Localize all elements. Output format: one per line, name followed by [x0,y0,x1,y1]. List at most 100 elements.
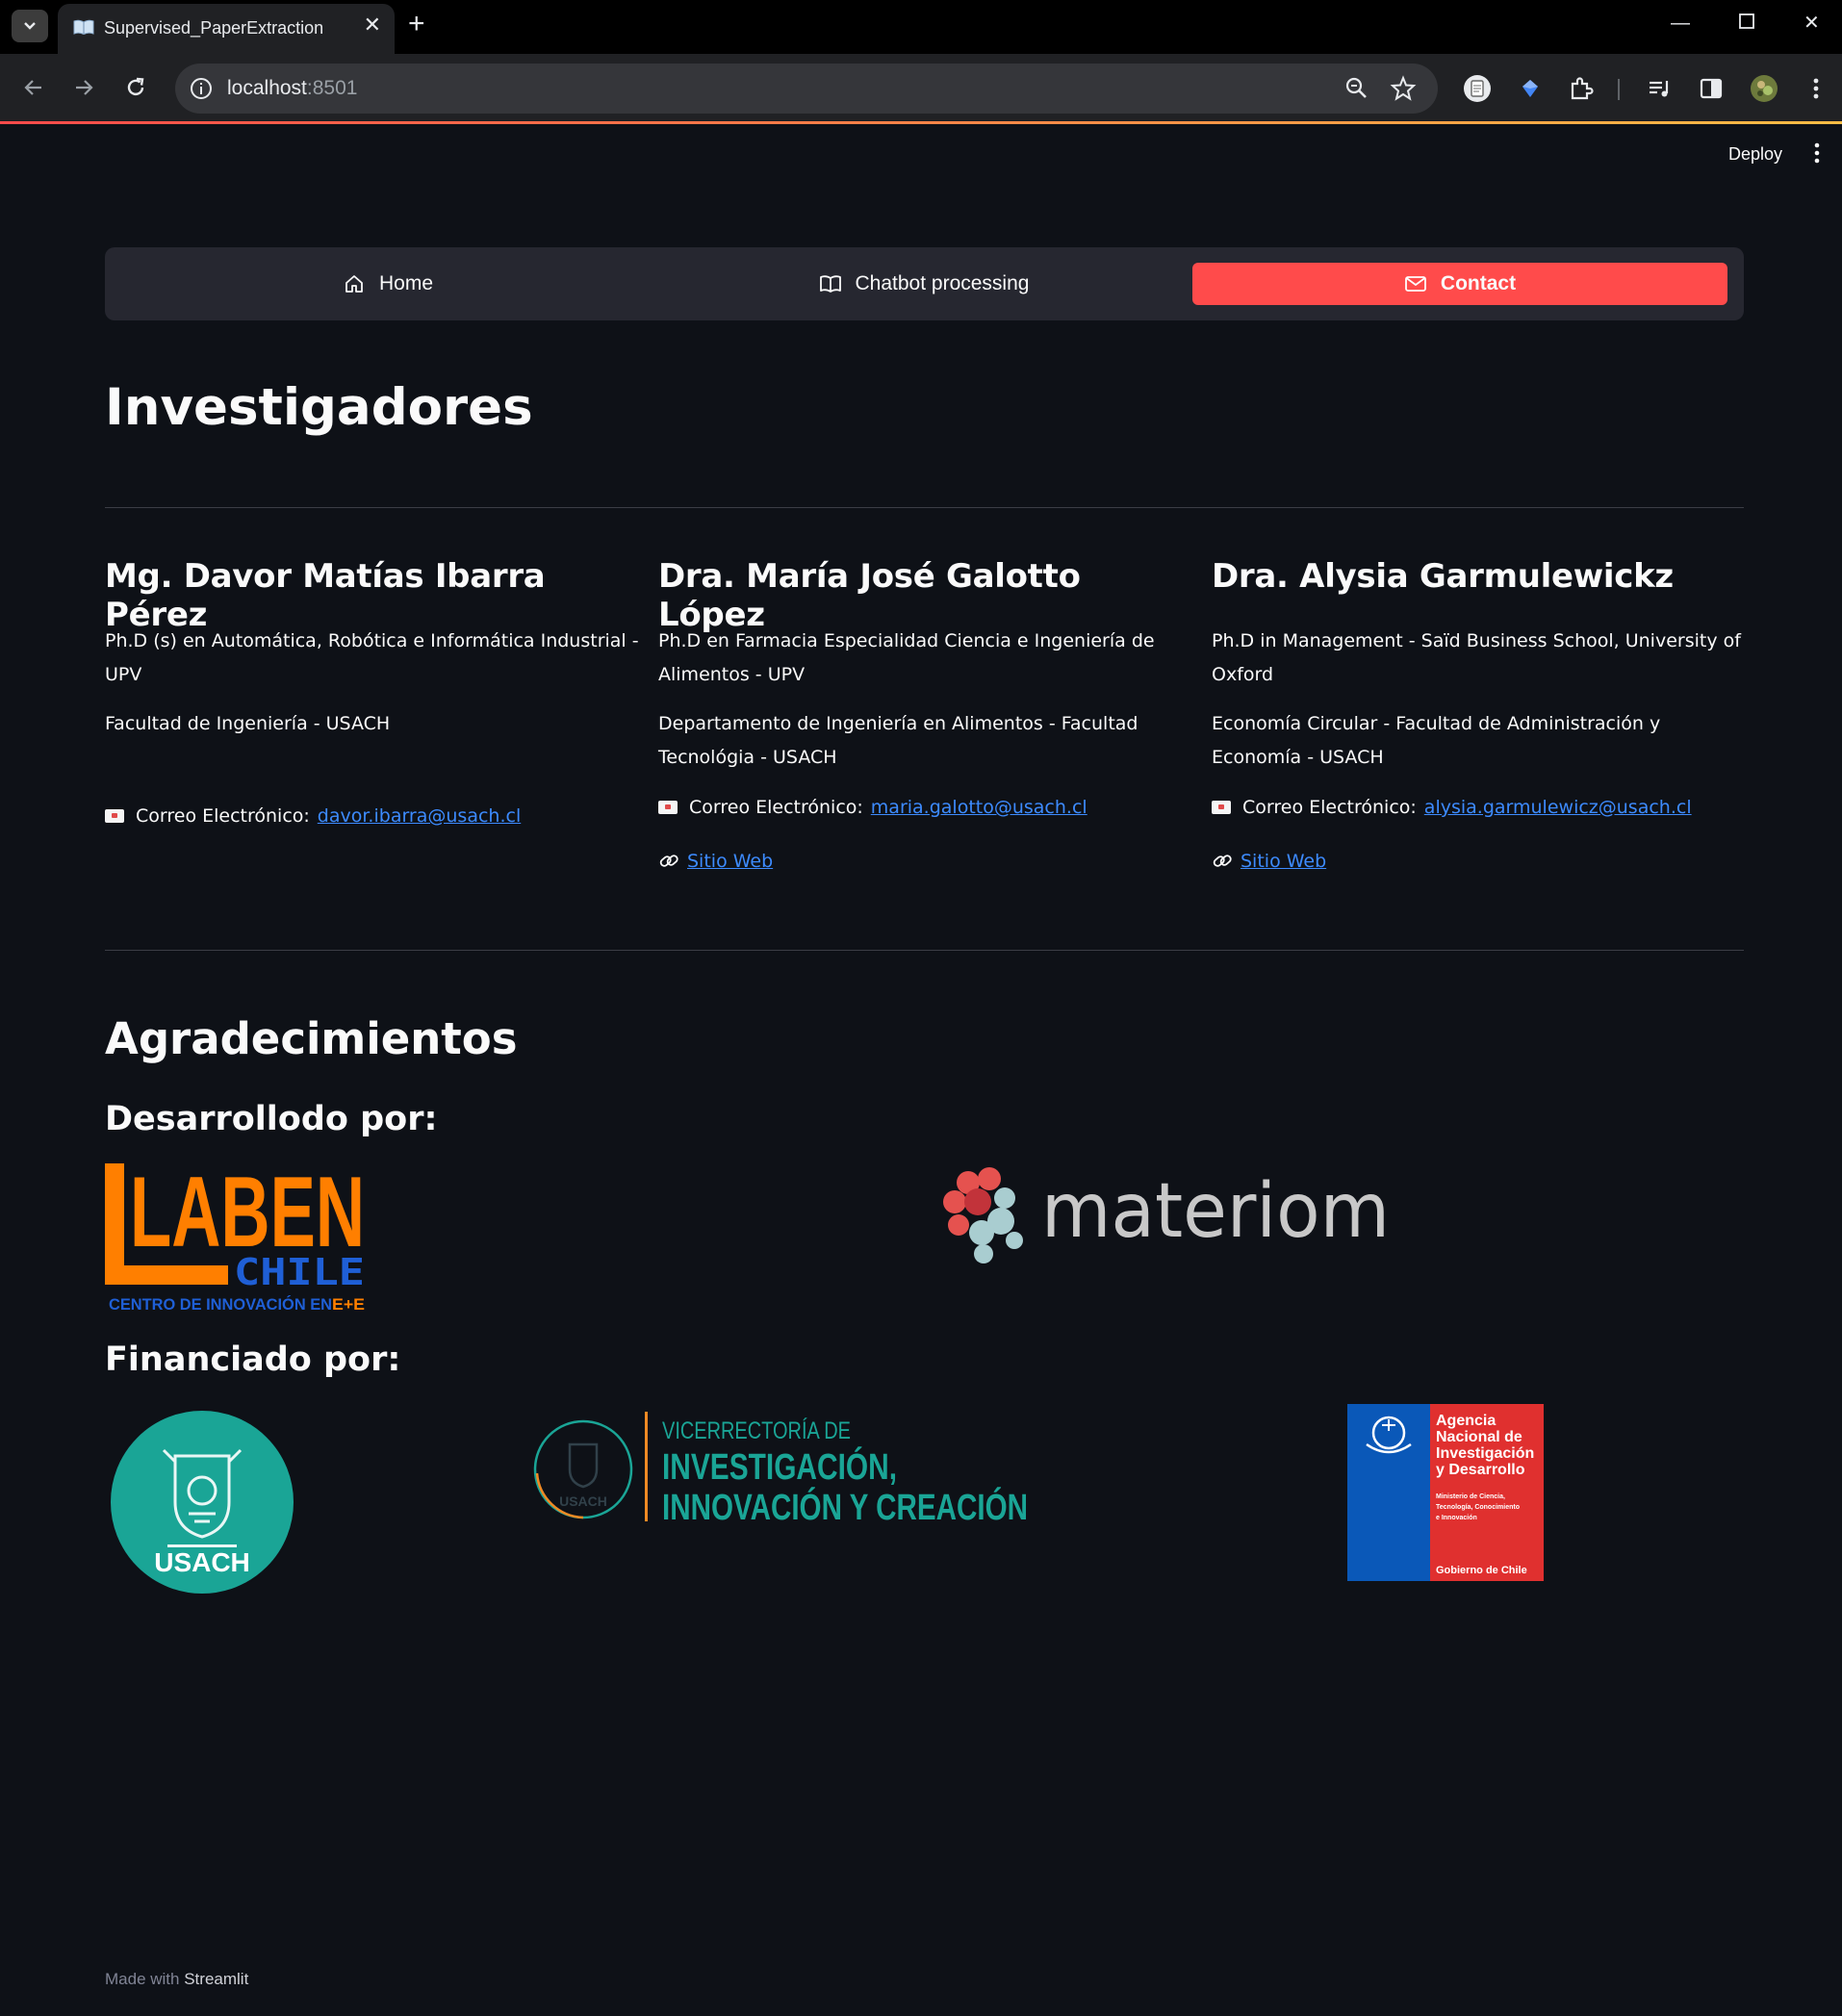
email-icon [658,801,678,814]
researcher-email-row: Correo Electrónico: davor.ibarra@usach.c… [105,805,521,827]
researcher-website-row: Sitio Web [658,851,773,872]
email-label: Correo Electrónico: [1242,797,1417,818]
svg-text:Nacional de: Nacional de [1436,1429,1522,1445]
email-link[interactable]: maria.galotto@usach.cl [871,797,1087,818]
maximize-icon[interactable] [1738,13,1755,34]
usach-logo: USACH [109,1409,295,1595]
open-book-icon [73,19,94,36]
footer-prefix: Made with [105,1970,180,1988]
anid-logo: Agencia Nacional de Investigación y Desa… [1347,1404,1544,1581]
svg-text:CHILE: CHILE [234,1251,365,1293]
close-tab-icon[interactable]: ✕ [364,15,381,37]
developed-by-title: Desarrollodo por: [105,1100,438,1138]
browser-tab[interactable]: Supervised_PaperExtraction ✕ [58,4,395,54]
nav-chatbot-processing[interactable]: Chatbot processing [656,263,1191,305]
researcher-email-row: Correo Electrónico: maria.galotto@usach.… [658,797,1087,818]
researcher-name: Mg. Davor Matías Ibarra Pérez [105,557,546,634]
svg-text:E+E: E+E [332,1295,365,1314]
researcher-degree: Ph.D (s) en Automática, Robótica e Infor… [105,630,639,685]
svg-text:Tecnología, Conocimiento: Tecnología, Conocimiento [1436,1504,1520,1511]
funded-by-title: Financiado por: [105,1340,401,1379]
address-bar[interactable]: localhost:8501 [175,64,1438,114]
laben-chile-logo: LABEN CHILE CENTRO DE INNOVACIÓN EN E+E [105,1163,365,1314]
app-menu-icon[interactable] [1813,141,1821,165]
home-icon [345,275,363,293]
svg-text:INVESTIGACIÓN,: INVESTIGACIÓN, [662,1445,897,1488]
chevron-down-icon [24,22,36,30]
researcher-name: Dra. María José Galotto López [658,557,1081,634]
nav-contact[interactable]: Contact [1192,263,1727,305]
browser-tab-strip: Supervised_PaperExtraction ✕ + — ✕ [0,0,1842,54]
top-navigation: Home Chatbot processing Contact [105,247,1744,320]
materiom-logo: materiom [943,1167,1390,1263]
url-text[interactable]: localhost:8501 [227,77,357,100]
svg-text:e Innovación: e Innovación [1436,1515,1477,1521]
researcher-department: Economía Circular - Facultad de Administ… [1212,713,1661,768]
researcher-card: Mg. Davor Matías Ibarra Pérez Ph.D (s) e… [105,557,644,827]
nav-chatbot-label: Chatbot processing [855,272,1030,294]
researcher-degree: Ph.D en Farmacia Especialidad Ciencia e … [658,630,1155,685]
divider [105,507,1744,508]
nav-home[interactable]: Home [120,263,655,305]
site-info-icon[interactable] [189,76,214,101]
nav-contact-label: Contact [1440,272,1517,294]
streamlit-link[interactable]: Streamlit [184,1970,248,1988]
divider [105,950,1744,951]
researcher-card: Dra. Alysia Garmulewickz Ph.D in Managem… [1212,557,1751,872]
toolbar-separator [1618,79,1620,100]
page-title: Investigadores [105,378,533,437]
tab-title: Supervised_PaperExtraction [104,18,324,38]
reload-icon[interactable] [121,73,150,102]
profile-avatar-icon[interactable] [1750,74,1778,103]
footer: Made with Streamlit [105,1970,248,1989]
side-panel-icon[interactable] [1697,74,1726,103]
close-window-icon[interactable]: ✕ [1804,13,1820,33]
email-label: Correo Electrónico: [136,805,310,827]
browser-toolbar: localhost:8501 [0,54,1842,123]
deploy-button[interactable]: Deploy [1728,144,1782,165]
email-link[interactable]: alysia.garmulewicz@usach.cl [1424,797,1692,818]
streamlit-app: Deploy Home Chatbot processing Contact I… [0,124,1842,2016]
tab-search-button[interactable] [12,10,48,42]
extension-page-icon[interactable] [1463,74,1492,103]
browser-menu-icon[interactable] [1802,74,1830,103]
svg-text:USACH: USACH [559,1493,607,1509]
researcher-degree: Ph.D in Management - Saïd Business Schoo… [1212,630,1741,685]
forward-icon[interactable] [69,73,98,102]
bookmark-star-icon[interactable] [1390,75,1417,102]
researcher-website-row: Sitio Web [1212,851,1326,872]
svg-text:Agencia: Agencia [1436,1413,1496,1429]
svg-text:CENTRO DE INNOVACIÓN EN: CENTRO DE INNOVACIÓN EN [109,1295,332,1314]
svg-text:INNOVACIÓN Y CREACIÓN: INNOVACIÓN Y CREACIÓN [662,1486,1028,1528]
link-icon [659,855,678,867]
researcher-department: Facultad de Ingeniería - USACH [105,713,391,734]
book-icon [819,275,841,293]
website-link[interactable]: Sitio Web [1241,851,1326,872]
email-label: Correo Electrónico: [689,797,863,818]
email-link[interactable]: davor.ibarra@usach.cl [318,805,521,827]
researcher-department: Departamento de Ingeniería en Alimentos … [658,713,1138,768]
media-queue-icon[interactable] [1646,74,1675,103]
svg-text:Gobierno de Chile: Gobierno de Chile [1436,1565,1527,1576]
svg-text:y Desarrollo: y Desarrollo [1436,1462,1525,1478]
envelope-icon [1405,276,1426,292]
acknowledgements-title: Agradecimientos [105,1013,518,1064]
vicerrectoria-logo: USACH VICERRECTORÍA DE INVESTIGACIÓN, IN… [533,1412,1028,1528]
back-icon[interactable] [19,73,48,102]
svg-text:VICERRECTORÍA DE: VICERRECTORÍA DE [662,1416,851,1444]
svg-text:Investigación: Investigación [1436,1445,1534,1462]
nav-home-label: Home [378,272,434,294]
website-link[interactable]: Sitio Web [687,851,773,872]
extensions-puzzle-icon[interactable] [1567,74,1596,103]
svg-text:USACH: USACH [154,1547,250,1577]
researcher-email-row: Correo Electrónico: alysia.garmulewicz@u… [1212,797,1692,818]
new-tab-icon[interactable]: + [408,10,425,38]
zoom-icon[interactable] [1343,75,1370,102]
researcher-name: Dra. Alysia Garmulewickz [1212,557,1674,596]
researcher-card: Dra. María José Galotto López Ph.D en Fa… [658,557,1197,872]
email-icon [105,809,124,823]
email-icon [1212,801,1231,814]
link-icon [1213,855,1232,867]
extension-shield-icon[interactable] [1516,74,1545,103]
minimize-icon[interactable]: — [1671,13,1690,33]
